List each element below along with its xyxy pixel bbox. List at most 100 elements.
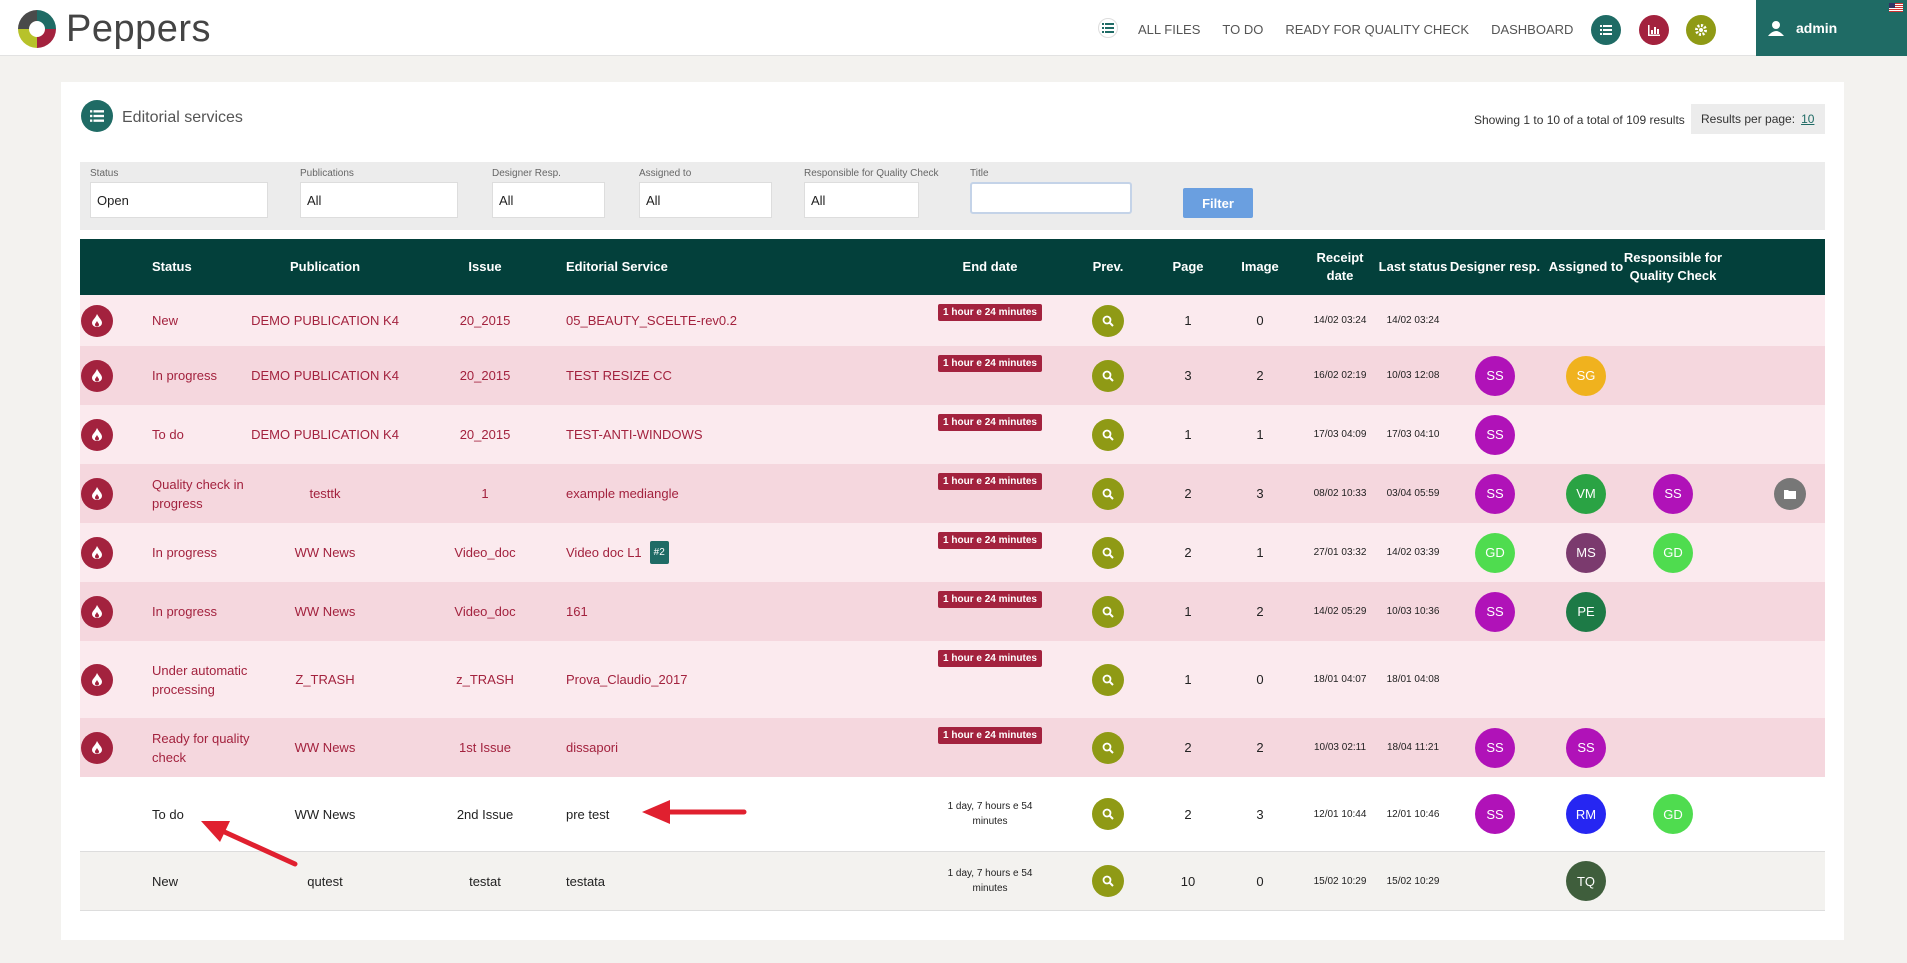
preview-search-icon[interactable]	[1092, 663, 1124, 696]
flame-icon[interactable]	[81, 418, 113, 451]
flame-icon[interactable]	[81, 536, 113, 569]
editorial-service-cell[interactable]: dissapori	[566, 718, 906, 777]
col-editorial-service[interactable]: Editorial Service	[566, 239, 766, 295]
qc-avatar[interactable]: SS	[1653, 473, 1693, 514]
designer-avatar[interactable]: SS	[1475, 473, 1515, 514]
editorial-service-link[interactable]: example mediangle	[566, 484, 679, 503]
designer-avatar[interactable]: SS	[1475, 355, 1515, 396]
flame-icon[interactable]	[81, 731, 113, 764]
editorial-service-cell[interactable]: Prova_Claudio_2017	[566, 641, 906, 718]
preview-search-icon[interactable]	[1092, 418, 1124, 451]
table-row[interactable]: In progress WW News Video_doc 161 1 hour e 2…	[80, 582, 1825, 641]
col-quality-check[interactable]: Responsible for Quality Check	[1618, 239, 1728, 295]
editorial-service-link[interactable]: TEST-ANTI-WINDOWS	[566, 425, 703, 444]
col-preview[interactable]: Prev.	[1080, 239, 1136, 295]
designer-select[interactable]: All	[492, 182, 605, 218]
table-row[interactable]: Ready for quality check WW News 1st Issue d…	[80, 718, 1825, 777]
col-publication[interactable]: Publication	[240, 239, 410, 295]
filter-button[interactable]: Filter	[1183, 188, 1253, 218]
results-per-page[interactable]: Results per page: 10	[1691, 104, 1825, 134]
table-row[interactable]: In progress WW News Video_doc Video doc L1 #…	[80, 523, 1825, 582]
table-row[interactable]: Under automatic processing Z_TRASH z_TRASH…	[80, 641, 1825, 718]
user-menu[interactable]: admin	[1756, 0, 1907, 56]
editorial-service-link[interactable]: 05_BEAUTY_SCELTE-rev0.2	[566, 311, 737, 330]
editorial-service-link[interactable]: Prova_Claudio_2017	[566, 670, 687, 689]
brand-name[interactable]: Peppers	[66, 8, 211, 51]
col-assigned-to[interactable]: Assigned to	[1544, 239, 1628, 295]
nav-list-icon[interactable]	[1098, 18, 1118, 38]
table-row[interactable]: To do WW News 2nd Issue pre test 1 day, 7 ho…	[80, 777, 1825, 852]
editorial-service-cell[interactable]: 161	[566, 582, 906, 641]
designer-avatar[interactable]: SS	[1475, 727, 1515, 768]
folder-icon[interactable]	[1774, 477, 1806, 510]
editorial-service-cell[interactable]: TEST RESIZE CC	[566, 346, 906, 405]
nav-dashboard[interactable]: DASHBOARD	[1491, 22, 1573, 37]
col-end-date[interactable]: End date	[930, 239, 1050, 295]
assigned-avatar[interactable]: SG	[1566, 355, 1606, 396]
preview-search-icon[interactable]	[1092, 536, 1124, 569]
assigned-avatar[interactable]: MS	[1566, 532, 1606, 573]
assigned-avatar[interactable]: PE	[1566, 591, 1606, 632]
editorial-service-link[interactable]: TEST RESIZE CC	[566, 366, 672, 385]
col-last-status[interactable]: Last status	[1378, 239, 1448, 295]
editorial-service-link[interactable]: Video doc L1	[566, 543, 642, 562]
designer-avatar[interactable]: SS	[1475, 591, 1515, 632]
preview-search-icon[interactable]	[1092, 731, 1124, 764]
assigned-avatar[interactable]: TQ	[1566, 861, 1606, 901]
flame-icon[interactable]	[81, 304, 113, 337]
table-row[interactable]: To do DEMO PUBLICATION K4 20_2015 TEST-ANTI…	[80, 405, 1825, 464]
editorial-service-link[interactable]: 161	[566, 602, 588, 621]
preview-search-icon[interactable]	[1092, 359, 1124, 392]
status-select[interactable]: Open	[90, 182, 268, 218]
results-per-page-value[interactable]: 10	[1801, 112, 1814, 126]
col-receipt-date[interactable]: Receipt date	[1308, 239, 1372, 295]
flame-icon[interactable]	[81, 595, 113, 628]
preview-search-icon[interactable]	[1092, 595, 1124, 628]
editorial-service-link[interactable]: testata	[566, 872, 605, 891]
preview-search-icon[interactable]	[1092, 477, 1124, 510]
flame-icon[interactable]	[81, 359, 113, 392]
designer-avatar[interactable]: SS	[1475, 794, 1515, 834]
assigned-avatar[interactable]: RM	[1566, 794, 1606, 834]
us-flag-icon[interactable]	[1889, 3, 1903, 12]
preview-search-icon[interactable]	[1092, 304, 1124, 337]
qc-select[interactable]: All	[804, 182, 919, 218]
col-status[interactable]: Status	[152, 239, 252, 295]
col-page[interactable]: Page	[1160, 239, 1216, 295]
editorial-service-link[interactable]: pre test	[566, 805, 609, 824]
qc-avatar[interactable]: GD	[1653, 794, 1693, 834]
settings-button[interactable]	[1686, 15, 1716, 45]
editorial-service-cell[interactable]: Video doc L1 #2	[566, 523, 906, 582]
editorial-service-cell[interactable]: TEST-ANTI-WINDOWS	[566, 405, 906, 464]
nav-to-do[interactable]: TO DO	[1222, 22, 1263, 37]
assigned-select[interactable]: All	[639, 182, 772, 218]
editorial-service-cell[interactable]: 05_BEAUTY_SCELTE-rev0.2	[566, 295, 906, 346]
table-row[interactable]: Quality check in progress testtk 1 example …	[80, 464, 1825, 523]
preview-search-icon[interactable]	[1092, 865, 1124, 897]
editorial-service-cell[interactable]: testata	[566, 852, 906, 910]
peppers-logo-icon[interactable]	[16, 8, 58, 50]
qc-avatar[interactable]: GD	[1653, 532, 1693, 573]
title-input[interactable]	[970, 182, 1132, 214]
editorial-service-cell[interactable]: example mediangle	[566, 464, 906, 523]
table-row[interactable]: New qutest testat testata 1 day, 7 hours e 5…	[80, 852, 1825, 911]
col-issue[interactable]: Issue	[450, 239, 520, 295]
nav-ready-for-quality-check[interactable]: READY FOR QUALITY CHECK	[1285, 22, 1469, 37]
publications-select[interactable]: All	[300, 182, 458, 218]
designer-avatar[interactable]: GD	[1475, 532, 1515, 573]
col-image[interactable]: Image	[1232, 239, 1288, 295]
flame-icon[interactable]	[81, 477, 113, 510]
table-row[interactable]: New DEMO PUBLICATION K4 20_2015 05_BEAUTY_S…	[80, 295, 1825, 346]
assigned-avatar[interactable]: VM	[1566, 473, 1606, 514]
chart-button[interactable]	[1639, 15, 1669, 45]
list-button[interactable]	[1591, 15, 1621, 45]
editorial-service-cell[interactable]: pre test	[566, 777, 906, 851]
assigned-avatar[interactable]: SS	[1566, 727, 1606, 768]
nav-all-files[interactable]: ALL FILES	[1138, 22, 1200, 37]
flame-icon[interactable]	[81, 663, 113, 696]
editorial-service-link[interactable]: dissapori	[566, 738, 618, 757]
table-row[interactable]: In progress DEMO PUBLICATION K4 20_2015 TES…	[80, 346, 1825, 405]
designer-avatar[interactable]: SS	[1475, 414, 1515, 455]
preview-search-icon[interactable]	[1092, 798, 1124, 830]
col-designer-resp[interactable]: Designer resp.	[1446, 239, 1544, 295]
